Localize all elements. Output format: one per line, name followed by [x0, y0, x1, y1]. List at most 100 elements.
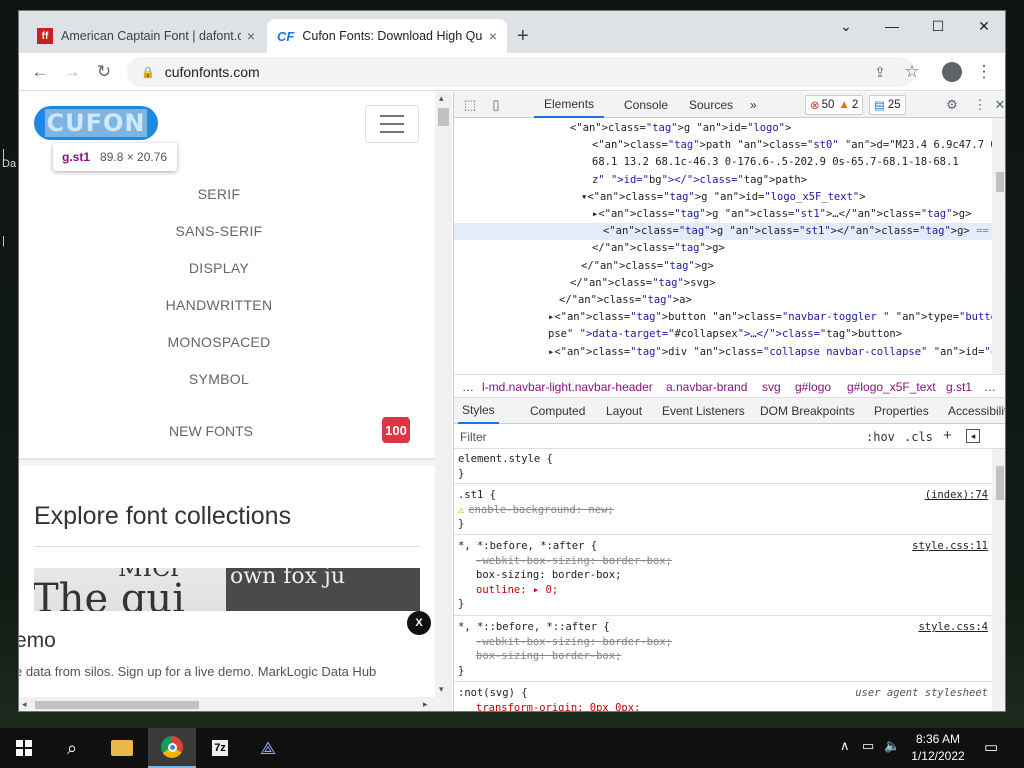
dom-node-line[interactable]: <"an">class="tag">g "an">class="st1"></"… — [454, 223, 992, 241]
back-icon[interactable]: ← — [25, 57, 55, 87]
forward-icon[interactable]: → — [57, 57, 87, 87]
breadcrumb-item[interactable]: l-md.navbar-light.navbar-header — [482, 380, 653, 394]
menu-kebab-icon[interactable]: ⋮ — [969, 57, 999, 87]
close-devtools-icon[interactable]: ✕ — [990, 95, 1005, 115]
tab-styles[interactable]: Styles — [458, 398, 499, 424]
hamburger-menu-icon[interactable] — [365, 105, 419, 143]
search-icon[interactable]: ⌕ — [48, 728, 96, 768]
demo-text[interactable]: e data from silos. Sign up for a live de… — [19, 664, 376, 679]
network-icon[interactable]: ▭ — [862, 738, 874, 754]
inspect-element-icon[interactable]: ⬚ — [460, 95, 480, 115]
rule-property[interactable]: -webkit-box-sizing: border-box; — [458, 554, 988, 569]
nav-display[interactable]: DISPLAY — [19, 260, 419, 276]
breadcrumb-item[interactable]: g#logo_x5F_text — [847, 380, 936, 394]
tab-layout[interactable]: Layout — [602, 398, 646, 424]
device-toolbar-icon[interactable]: ▯ — [486, 95, 506, 115]
volume-icon[interactable]: 🔈 — [884, 738, 900, 754]
styles-pane[interactable]: element.style { } (index):74 .st1 { ⚠ ena… — [454, 449, 992, 712]
7zip-icon[interactable]: 7z — [196, 728, 244, 768]
scroll-down-icon[interactable]: ▾ — [439, 684, 444, 695]
cls-toggle[interactable]: .cls — [904, 430, 933, 444]
breadcrumb-item[interactable]: … — [462, 380, 474, 394]
clock[interactable]: 8:36 AM 1/12/2022 — [902, 731, 974, 765]
rule-property[interactable]: enable-background: new; — [468, 504, 613, 516]
dom-node-line[interactable]: ▸<"an">class="tag">button "an">class="na… — [454, 309, 992, 326]
rule-property[interactable]: box-sizing: border-box; — [458, 649, 988, 664]
new-rule-icon[interactable]: + — [943, 427, 952, 444]
tab-computed[interactable]: Computed — [526, 398, 589, 424]
chevron-up-icon[interactable]: ∧ — [840, 738, 850, 754]
share-icon[interactable]: ⇪ — [865, 57, 895, 87]
tab-accessibility[interactable]: Accessibility — [944, 398, 1005, 424]
issue-counts[interactable]: ⊗ 50 ▲ 2 — [805, 95, 864, 115]
devtools-menu-icon[interactable]: ⋮ — [970, 95, 990, 115]
dom-tree[interactable]: <"an">class="tag">g "an">id="logo"> <"an"… — [454, 118, 1005, 374]
rule-property[interactable]: -webkit-box-sizing: border-box; — [458, 635, 988, 650]
scroll-thumb[interactable] — [996, 172, 1004, 192]
rule-property[interactable]: transform-origin: 0px 0px; — [458, 701, 988, 712]
dom-node-line[interactable]: 68.1 13.2 68.1c-46.3 0-176.6-.5-202.9 0s… — [454, 154, 992, 171]
dom-node-line[interactable]: </"an">class="tag">g> — [454, 258, 992, 275]
breadcrumb-item[interactable]: g#logo — [795, 380, 831, 394]
tab-dafont[interactable]: ff American Captain Font | dafont.com × — [27, 19, 265, 53]
minimize-button[interactable]: — — [869, 11, 915, 41]
dom-node-line[interactable]: ▸<"an">class="tag">g "an">class="st1">…<… — [454, 206, 992, 223]
notifications-icon[interactable]: ▭ — [984, 738, 998, 756]
new-tab-button[interactable]: + — [517, 25, 529, 48]
dom-node-line[interactable]: </"an">class="tag">a> — [454, 292, 992, 309]
tab-properties[interactable]: Properties — [870, 398, 933, 424]
scroll-left-icon[interactable]: ◂ — [22, 699, 27, 710]
dom-node-line[interactable]: pse" ">data-target="#collapsex">…</">cla… — [454, 326, 992, 343]
rule-source-link[interactable]: (index):74 — [925, 488, 988, 503]
dom-node-line[interactable]: </"an">class="tag">svg> — [454, 275, 992, 292]
dom-node-line[interactable]: <"an">class="tag">path "an">class="st0" … — [454, 137, 992, 154]
cufon-logo[interactable]: CUFON — [34, 106, 158, 140]
message-counts[interactable]: ▤ 25 — [869, 95, 906, 115]
dom-node-line[interactable]: ▸<"an">class="tag">div "an">class="colla… — [454, 344, 992, 361]
toggle-sidebar-icon[interactable]: ◂ — [966, 429, 980, 443]
close-banner-button[interactable]: X — [407, 611, 431, 635]
start-button[interactable] — [0, 728, 48, 768]
dom-node-line[interactable]: <"an">class="tag">g "an">id="logo"> — [454, 120, 992, 137]
desktop-icon[interactable]: | — [2, 235, 5, 247]
scroll-thumb[interactable] — [996, 466, 1004, 500]
scroll-right-icon[interactable]: ▸ — [423, 699, 428, 710]
scroll-up-icon[interactable]: ▴ — [439, 93, 444, 104]
dom-node-line[interactable]: </"an">class="tag">g> — [454, 240, 992, 257]
close-tab-icon[interactable]: × — [247, 28, 255, 44]
file-explorer-icon[interactable] — [98, 728, 146, 768]
vertical-scrollbar[interactable]: ▴ ▾ — [435, 92, 452, 711]
tab-elements[interactable]: Elements — [534, 92, 605, 118]
rule-source-link[interactable]: style.css:11 — [912, 539, 988, 554]
horizontal-scrollbar[interactable]: ◂ ▸ — [19, 697, 435, 711]
styles-scrollbar[interactable] — [992, 449, 1005, 711]
reload-icon[interactable]: ↻ — [89, 57, 119, 87]
breadcrumb-item[interactable]: g.st1 — [946, 380, 972, 394]
tab-event-listeners[interactable]: Event Listeners — [658, 398, 749, 424]
settings-gear-icon[interactable]: ⚙ — [942, 95, 962, 115]
scroll-thumb[interactable] — [35, 701, 199, 709]
breadcrumb-item[interactable]: svg — [762, 380, 781, 394]
nav-handwritten[interactable]: HANDWRITTEN — [19, 297, 419, 313]
tab-dom-breakpoints[interactable]: DOM Breakpoints — [756, 398, 859, 424]
close-tab-icon[interactable]: × — [489, 28, 497, 44]
address-bar[interactable]: 🔒 cufonfonts.com — [127, 57, 915, 87]
profile-icon[interactable] — [937, 57, 967, 87]
dom-node-line[interactable]: z" ">id="bg"></">class="tag">path> — [454, 172, 992, 189]
rule-property[interactable]: outline: ▸ 0; — [458, 583, 988, 598]
tab-cufon[interactable]: CF Cufon Fonts: Download High Quality Fo… — [267, 19, 507, 53]
nav-serif[interactable]: SERIF — [19, 186, 419, 202]
bookmark-star-icon[interactable]: ☆ — [897, 57, 927, 87]
more-tabs-icon[interactable]: » — [744, 92, 763, 118]
filter-input[interactable]: Filter — [460, 430, 487, 444]
breadcrumb-item[interactable]: a.navbar-brand — [666, 380, 747, 394]
dom-node-line[interactable]: ▾<"an">class="tag">g "an">id="logo_x5F_t… — [454, 189, 992, 206]
breadcrumb-more[interactable]: … — [984, 380, 996, 394]
rule-property[interactable]: box-sizing: border-box; — [458, 568, 988, 583]
close-window-button[interactable]: ✕ — [961, 11, 1005, 41]
nav-monospaced[interactable]: MONOSPACED — [19, 334, 419, 350]
app-icon[interactable]: ⟁ — [244, 728, 292, 768]
rule-source-link[interactable]: style.css:4 — [918, 620, 988, 635]
hov-toggle[interactable]: :hov — [866, 430, 895, 444]
tab-console[interactable]: Console — [614, 92, 678, 118]
